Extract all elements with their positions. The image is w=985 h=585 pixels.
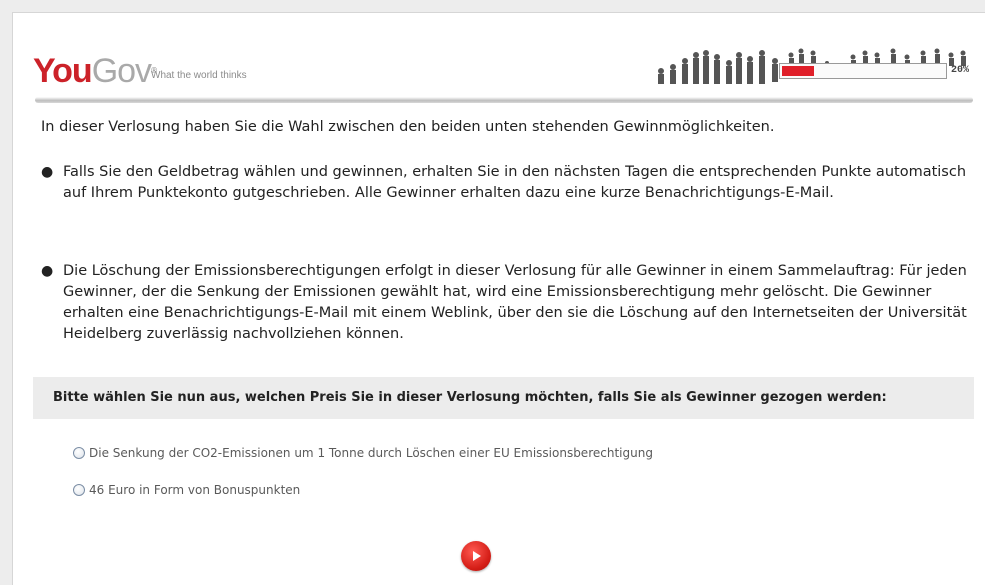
radio-button[interactable] — [73, 484, 85, 496]
question-text: Bitte wählen Sie nun aus, welchen Preis … — [53, 390, 887, 405]
play-arrow-icon — [473, 551, 481, 561]
option-co2-reduction[interactable]: Die Senkung der CO2-Emissionen um 1 Tonn… — [73, 446, 653, 460]
tagline: What the world thinks — [151, 70, 247, 81]
intro-text: In dieser Verlosung haben Sie die Wahl z… — [41, 119, 775, 135]
progress-bar-fill — [782, 66, 814, 76]
option-label: 46 Euro in Form von Bonuspunkten — [89, 483, 301, 497]
option-bonus-points[interactable]: 46 Euro in Form von Bonuspunkten — [73, 483, 300, 497]
header: YouGov® What the world thinks 20% — [13, 13, 985, 93]
next-button[interactable] — [461, 541, 491, 571]
progress-label: 20% — [951, 65, 970, 76]
question-bar: Bitte wählen Sie nun aus, welchen Preis … — [33, 377, 974, 419]
bullet-item-money: ● Falls Sie den Geldbetrag wählen und ge… — [41, 162, 981, 204]
bullet-dot: ● — [41, 164, 54, 180]
logo-you-text: You — [33, 52, 93, 90]
progress-bar — [779, 63, 947, 79]
survey-page: YouGov® What the world thinks 20% In die… — [12, 12, 985, 585]
logo-gov-text: Gov — [91, 52, 152, 90]
yougov-logo: YouGov® — [33, 51, 157, 91]
bullet-text: Die Löschung der Emissionsberechtigungen… — [63, 263, 967, 342]
radio-button[interactable] — [73, 447, 85, 459]
bullet-text: Falls Sie den Geldbetrag wählen und gewi… — [63, 164, 967, 201]
header-divider — [35, 97, 973, 103]
option-label: Die Senkung der CO2-Emissionen um 1 Tonn… — [89, 446, 653, 460]
bullet-dot: ● — [41, 263, 54, 279]
bullet-item-emissions: ● Die Löschung der Emissionsberechtigung… — [41, 261, 981, 345]
